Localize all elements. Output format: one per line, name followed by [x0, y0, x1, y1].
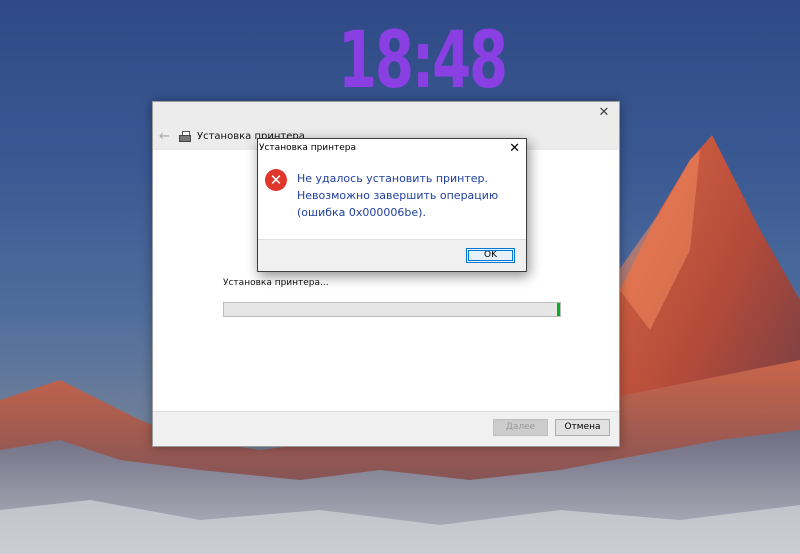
back-arrow-icon[interactable]: ←: [159, 129, 173, 144]
error-message: Не удалось установить принтер. Невозможн…: [297, 170, 519, 221]
error-dialog: Установка принтера ✕ ✕ Не удалось устано…: [257, 138, 527, 272]
error-message-line: Невозможно завершить операцию: [297, 189, 499, 202]
desktop-clock: 18:48: [338, 16, 508, 106]
next-button[interactable]: Далее: [493, 419, 548, 436]
dialog-titlebar: Установка принтера ✕: [258, 139, 526, 161]
wizard-footer: Далее Отмена: [153, 411, 619, 446]
ok-button[interactable]: OK: [466, 248, 515, 263]
printer-icon: [179, 130, 191, 142]
error-message-line: (ошибка 0x000006be).: [297, 206, 426, 219]
cancel-button[interactable]: Отмена: [555, 419, 610, 436]
error-message-line: Не удалось установить принтер.: [297, 172, 488, 185]
progress-label: Установка принтера...: [223, 278, 329, 288]
dialog-footer: OK: [258, 239, 526, 271]
wizard-close-icon[interactable]: ✕: [597, 106, 611, 120]
progress-bar: [223, 302, 561, 317]
progress-marker: [557, 303, 560, 316]
dialog-title: Установка принтера: [259, 143, 357, 153]
dialog-content: ✕ Не удалось установить принтер. Невозмо…: [258, 161, 526, 239]
progress-fill: [224, 303, 560, 316]
dialog-close-icon[interactable]: ✕: [509, 142, 520, 156]
error-icon: ✕: [265, 169, 287, 191]
